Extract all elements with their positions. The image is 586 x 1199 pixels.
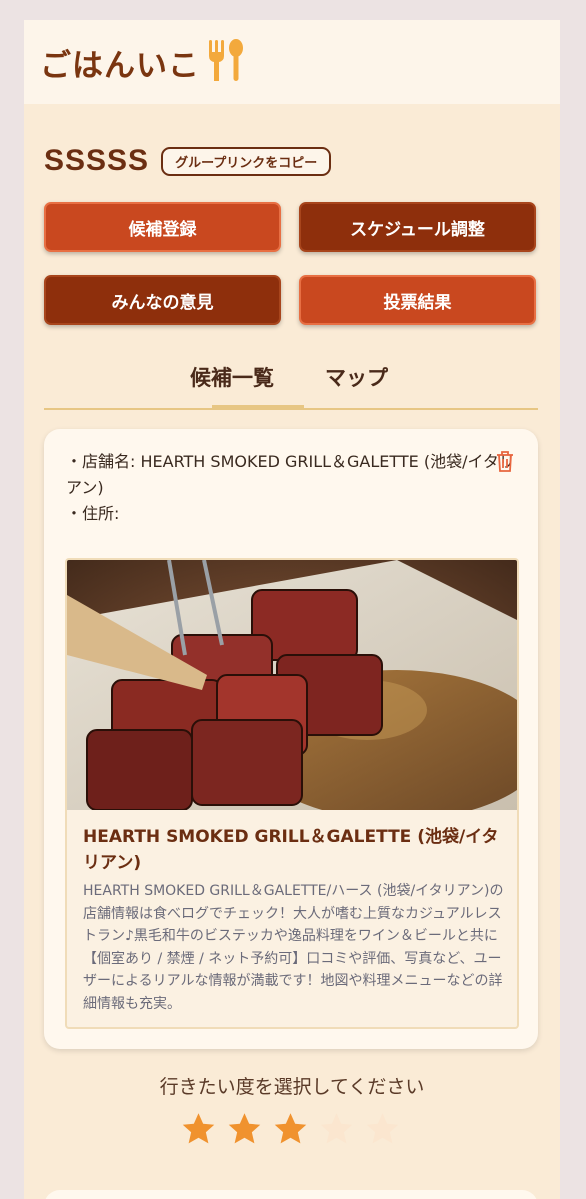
candidate-card-next bbox=[44, 1190, 538, 1199]
app-page: ごはんいこ SSSSS グループリンクをコピー 候補登録 スケジュール調整 みん… bbox=[24, 20, 560, 1199]
header: ごはんいこ bbox=[24, 20, 560, 104]
vote-results-button[interactable]: 投票結果 bbox=[299, 275, 536, 325]
rating-prompt: 行きたい度を選択してください bbox=[159, 1076, 425, 1098]
star-3-icon[interactable] bbox=[272, 1111, 309, 1147]
preview-title: HEARTH SMOKED GRILL＆GALETTE (池袋/イタリアン) bbox=[83, 827, 499, 873]
star-2-icon[interactable] bbox=[226, 1111, 263, 1147]
tab-map[interactable]: マップ bbox=[325, 362, 388, 392]
opinions-button[interactable]: みんなの意見 bbox=[44, 275, 281, 325]
preview-description: HEARTH SMOKED GRILL＆GALETTE/ハース (池袋/イタリア… bbox=[83, 883, 504, 1012]
fork-spoon-icon bbox=[206, 37, 246, 87]
address-line: ・住所: bbox=[66, 504, 120, 523]
star-rating[interactable] bbox=[180, 1111, 410, 1147]
tab-bar: 候補一覧 マップ bbox=[44, 356, 538, 410]
active-tab-indicator bbox=[212, 405, 304, 410]
copy-group-link-button[interactable]: グループリンクをコピー bbox=[161, 146, 332, 176]
schedule-button[interactable]: スケジュール調整 bbox=[299, 202, 536, 252]
group-header: SSSSS グループリンクをコピー bbox=[44, 144, 332, 178]
register-candidate-button[interactable]: 候補登録 bbox=[44, 202, 281, 252]
group-name: SSSSS bbox=[44, 144, 150, 177]
tab-candidate-list[interactable]: 候補一覧 bbox=[190, 362, 274, 392]
app-logo[interactable]: ごはんいこ bbox=[40, 40, 200, 85]
star-4-icon[interactable] bbox=[318, 1111, 355, 1147]
candidate-card: ・店舗名: HEARTH SMOKED GRILL＆GALETTE (池袋/イタ… bbox=[44, 429, 538, 1049]
star-1-icon[interactable] bbox=[180, 1111, 217, 1147]
star-5-icon[interactable] bbox=[364, 1111, 401, 1147]
trash-icon[interactable] bbox=[494, 449, 516, 477]
link-preview-card[interactable]: HEARTH SMOKED GRILL＆GALETTE (池袋/イタリアン) H… bbox=[65, 558, 519, 1029]
store-name-line: ・店舗名: HEARTH SMOKED GRILL＆GALETTE (池袋/イタ… bbox=[66, 452, 515, 497]
candidate-info: ・店舗名: HEARTH SMOKED GRILL＆GALETTE (池袋/イタ… bbox=[66, 449, 526, 527]
steak-image bbox=[67, 560, 517, 810]
